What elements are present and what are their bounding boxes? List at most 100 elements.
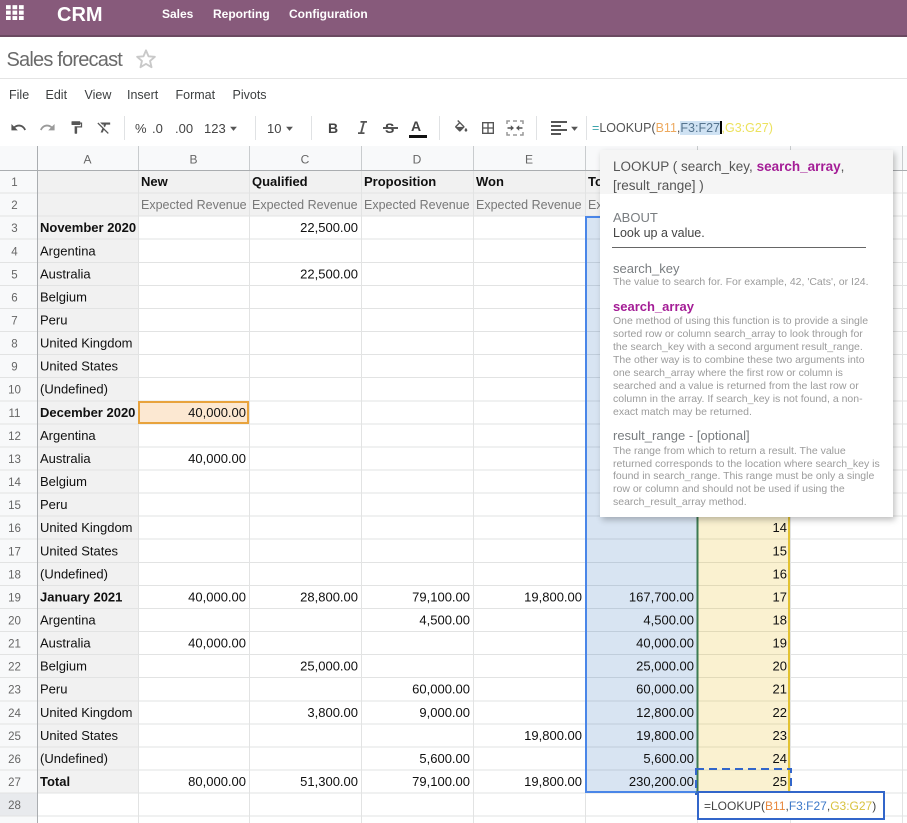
svg-text:17: 17 <box>773 589 787 604</box>
svg-text:17: 17 <box>8 546 21 558</box>
svg-text:C: C <box>301 153 310 167</box>
svg-text:United States: United States <box>40 543 119 558</box>
svg-text:60,000.00: 60,000.00 <box>412 682 470 697</box>
svg-text:(Undefined): (Undefined) <box>40 751 108 766</box>
svg-text:167,700.00: 167,700.00 <box>629 589 694 604</box>
svg-text:19: 19 <box>773 636 787 651</box>
svg-text:5,600.00: 5,600.00 <box>419 751 470 766</box>
svg-text:28: 28 <box>8 800 21 812</box>
svg-text:16: 16 <box>8 523 21 535</box>
svg-text:Argentina: Argentina <box>40 613 96 628</box>
svg-text:25,000.00: 25,000.00 <box>300 659 358 674</box>
svg-text:Belgium: Belgium <box>40 474 87 489</box>
svg-text:11: 11 <box>9 408 21 420</box>
svg-text:B: B <box>189 153 197 167</box>
svg-text:Peru: Peru <box>40 682 67 697</box>
svg-text:United Kingdom: United Kingdom <box>40 520 133 535</box>
svg-text:14: 14 <box>8 477 21 489</box>
svg-text:Qualified: Qualified <box>252 174 308 189</box>
svg-text:E: E <box>525 153 533 167</box>
svg-text:25: 25 <box>8 731 21 743</box>
svg-text:January 2021: January 2021 <box>40 589 122 604</box>
svg-text:(Undefined): (Undefined) <box>40 566 108 581</box>
svg-text:New: New <box>141 174 169 189</box>
svg-text:23: 23 <box>773 728 787 743</box>
svg-text:Australia: Australia <box>40 451 91 466</box>
svg-text:(Undefined): (Undefined) <box>40 382 108 397</box>
svg-text:Expected Revenue: Expected Revenue <box>364 198 470 212</box>
svg-text:60,000.00: 60,000.00 <box>636 682 694 697</box>
svg-text:19,800.00: 19,800.00 <box>524 728 582 743</box>
svg-text:22,500.00: 22,500.00 <box>300 220 358 235</box>
svg-text:Total: Total <box>40 774 70 789</box>
svg-text:4: 4 <box>11 246 18 258</box>
svg-text:United States: United States <box>40 728 119 743</box>
svg-text:10: 10 <box>8 385 21 397</box>
svg-text:Belgium: Belgium <box>40 659 87 674</box>
svg-text:20: 20 <box>8 616 21 628</box>
svg-text:7: 7 <box>11 316 17 328</box>
svg-text:15: 15 <box>773 543 787 558</box>
svg-text:3: 3 <box>11 223 17 235</box>
svg-text:1: 1 <box>11 177 17 189</box>
svg-text:Argentina: Argentina <box>40 243 96 258</box>
svg-text:12: 12 <box>8 431 21 443</box>
svg-text:6: 6 <box>11 292 17 304</box>
svg-text:20: 20 <box>773 659 787 674</box>
svg-text:79,100.00: 79,100.00 <box>412 589 470 604</box>
svg-text:24: 24 <box>8 708 21 720</box>
svg-text:40,000.00: 40,000.00 <box>188 405 246 420</box>
svg-text:22: 22 <box>773 705 787 720</box>
svg-text:19,800.00: 19,800.00 <box>636 728 694 743</box>
svg-text:Expected Revenue: Expected Revenue <box>252 198 358 212</box>
svg-text:18: 18 <box>773 613 787 628</box>
svg-text:2: 2 <box>11 200 17 212</box>
svg-text:22,500.00: 22,500.00 <box>300 266 358 281</box>
svg-text:United States: United States <box>40 359 119 374</box>
svg-text:4,500.00: 4,500.00 <box>643 613 694 628</box>
svg-text:12,800.00: 12,800.00 <box>636 705 694 720</box>
svg-text:28,800.00: 28,800.00 <box>300 589 358 604</box>
svg-text:19,800.00: 19,800.00 <box>524 589 582 604</box>
svg-text:D: D <box>413 153 422 167</box>
svg-text:November 2020: November 2020 <box>40 220 136 235</box>
svg-text:Proposition: Proposition <box>364 174 436 189</box>
svg-text:15: 15 <box>8 500 21 512</box>
svg-text:26: 26 <box>8 754 21 766</box>
svg-text:Expected Revenue: Expected Revenue <box>141 198 247 212</box>
svg-text:A: A <box>83 153 91 167</box>
svg-text:21: 21 <box>773 682 787 697</box>
svg-text:19,800.00: 19,800.00 <box>524 774 582 789</box>
svg-text:5: 5 <box>11 269 17 281</box>
svg-text:9: 9 <box>11 362 17 374</box>
svg-text:United Kingdom: United Kingdom <box>40 336 133 351</box>
svg-text:Belgium: Belgium <box>40 289 87 304</box>
svg-text:December 2020: December 2020 <box>40 405 135 420</box>
svg-text:25: 25 <box>773 774 787 789</box>
svg-text:24: 24 <box>773 751 787 766</box>
svg-text:19: 19 <box>8 592 21 604</box>
svg-text:27: 27 <box>8 777 21 789</box>
svg-text:8: 8 <box>11 339 17 351</box>
svg-text:Peru: Peru <box>40 497 67 512</box>
svg-text:40,000.00: 40,000.00 <box>188 636 246 651</box>
svg-text:40,000.00: 40,000.00 <box>188 451 246 466</box>
svg-text:22: 22 <box>8 662 21 674</box>
svg-text:40,000.00: 40,000.00 <box>188 589 246 604</box>
svg-text:3,800.00: 3,800.00 <box>307 705 358 720</box>
svg-text:14: 14 <box>773 520 787 535</box>
svg-text:4,500.00: 4,500.00 <box>419 613 470 628</box>
svg-text:Argentina: Argentina <box>40 428 96 443</box>
svg-text:51,300.00: 51,300.00 <box>300 774 358 789</box>
svg-text:230,200.00: 230,200.00 <box>629 774 694 789</box>
svg-text:13: 13 <box>8 454 21 466</box>
svg-text:Australia: Australia <box>40 266 91 281</box>
svg-text:9,000.00: 9,000.00 <box>419 705 470 720</box>
svg-text:16: 16 <box>773 566 787 581</box>
svg-text:40,000.00: 40,000.00 <box>636 636 694 651</box>
svg-text:United Kingdom: United Kingdom <box>40 705 133 720</box>
svg-text:18: 18 <box>8 569 21 581</box>
svg-text:Australia: Australia <box>40 636 91 651</box>
svg-text:21: 21 <box>8 639 21 651</box>
svg-text:5,600.00: 5,600.00 <box>643 751 694 766</box>
